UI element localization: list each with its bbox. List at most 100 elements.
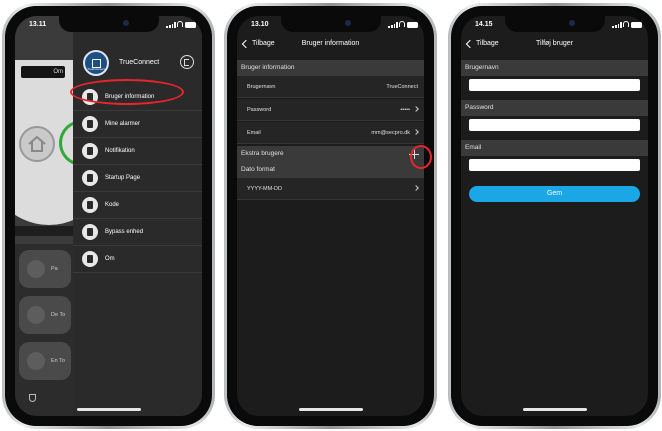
- bg-bar: [15, 226, 75, 236]
- nav-bar: Tilbage Bruger information: [237, 34, 424, 56]
- tile-icon: [27, 260, 45, 278]
- info-icon: [82, 251, 98, 267]
- home-indicator: [76, 408, 141, 411]
- nav-bar: Tilbage Tilføj bruger: [461, 34, 648, 56]
- phone-screen: 13.10 Tilbage Bruger information Bruger …: [237, 16, 424, 416]
- status-time: 14.15: [475, 21, 493, 28]
- home-indicator: [298, 408, 363, 411]
- battery-icon: [185, 22, 196, 28]
- bg-tile: En To: [19, 342, 71, 380]
- bg-tile: Pa: [19, 250, 71, 288]
- menu-item-startup-page[interactable]: Startup Page: [73, 165, 202, 192]
- camera-dot: [122, 20, 129, 26]
- signal-icon: [166, 22, 176, 28]
- notch: [280, 16, 381, 32]
- keypad-icon: [82, 197, 98, 213]
- chevron-right-icon: [413, 185, 419, 191]
- door-icon: [27, 306, 45, 324]
- bell-icon: [82, 143, 98, 159]
- phone-bezel: 13.11 Om Pa De To En To TrueConnect True…: [5, 6, 212, 426]
- row-value: •••••: [400, 107, 410, 113]
- page-title: Bruger information: [301, 40, 360, 47]
- row-date-format[interactable]: YYYY-MM-DD: [237, 178, 424, 200]
- page-title: Tilføj bruger: [535, 40, 574, 47]
- phone-add-user: 14.15 Tilbage Tilføj bruger Brugernavn P…: [448, 3, 661, 429]
- row-label: Password: [247, 107, 272, 113]
- row-label: Email: [247, 130, 261, 136]
- star-icon: [82, 170, 98, 186]
- menu-item-kode[interactable]: Kode: [73, 192, 202, 219]
- menu-item-om[interactable]: Om: [73, 246, 202, 273]
- wifi-icon: [399, 21, 405, 27]
- menu-item-bruger-information[interactable]: Bruger information: [73, 84, 202, 111]
- bg-tile: De To: [19, 296, 71, 334]
- battery-icon: [631, 22, 642, 28]
- list-icon: [82, 116, 98, 132]
- tile-label: En To: [51, 358, 65, 364]
- menu-item-mine-alarmer[interactable]: Mine alarmer: [73, 111, 202, 138]
- bypass-icon: [82, 224, 98, 240]
- row-brugernavn[interactable]: Brugernavn TrueConnect: [237, 76, 424, 98]
- menu-item-label: Bruger information: [105, 94, 155, 100]
- row-value: TrueConnect: [386, 84, 418, 90]
- trueconnect-logo: TrueConnect: [83, 50, 109, 76]
- phone-bezel: 14.15 Tilbage Tilføj bruger Brugernavn P…: [451, 6, 658, 426]
- label-password: Password: [461, 100, 648, 116]
- label-email: Email: [461, 140, 648, 156]
- house-icon: [19, 126, 55, 162]
- chip-icon: [27, 352, 45, 370]
- menu-item-label: Mine alarmer: [105, 121, 141, 127]
- phone-user-info: 13.10 Tilbage Bruger information Bruger …: [224, 3, 437, 429]
- camera-dot: [344, 20, 351, 26]
- menu-item-notifikation[interactable]: Notifikation: [73, 138, 202, 165]
- camera-dot: [568, 20, 575, 26]
- menu-item-label: Notifikation: [105, 148, 135, 154]
- section-extra-users: Ekstra brugere: [237, 146, 424, 162]
- row-email[interactable]: Email mm@secpro.dk: [237, 122, 424, 144]
- menu-title: TrueConnect: [119, 59, 160, 66]
- row-password[interactable]: Password •••••: [237, 99, 424, 121]
- phone-screen: 13.11 Om Pa De To En To TrueConnect True…: [15, 16, 202, 416]
- status-time: 13.11: [29, 21, 47, 28]
- shield-small-icon: [29, 394, 36, 402]
- phone-screen: 14.15 Tilbage Tilføj bruger Brugernavn P…: [461, 16, 648, 416]
- bg-button: Om: [21, 66, 65, 78]
- section-label: Ekstra brugere: [241, 150, 284, 157]
- status-time: 13.10: [251, 21, 269, 28]
- wifi-icon: [177, 21, 183, 27]
- row-value: mm@secpro.dk: [371, 130, 410, 136]
- home-indicator: [522, 408, 587, 411]
- phone-menu: 13.11 Om Pa De To En To TrueConnect True…: [2, 3, 215, 429]
- logo-text: TrueConnect: [87, 67, 105, 71]
- menu-item-label: Om: [105, 256, 115, 262]
- username-field[interactable]: [469, 79, 640, 91]
- logout-icon[interactable]: [180, 55, 194, 69]
- wifi-icon: [623, 21, 629, 27]
- section-header: Dato format: [237, 162, 424, 178]
- menu-header: TrueConnect TrueConnect: [73, 46, 202, 82]
- signal-icon: [388, 22, 398, 28]
- notch: [504, 16, 605, 32]
- chevron-right-icon: [413, 106, 419, 112]
- row-label: YYYY-MM-DD: [247, 186, 282, 192]
- signal-icon: [612, 22, 622, 28]
- tile-label: De To: [51, 312, 66, 318]
- notch: [58, 16, 159, 32]
- menu-item-bypass-enhed[interactable]: Bypass enhed: [73, 219, 202, 246]
- plus-icon[interactable]: [409, 149, 419, 159]
- email-field[interactable]: [469, 159, 640, 171]
- menu-item-label: Kode: [105, 202, 120, 208]
- user-icon: [82, 89, 98, 105]
- menu-item-label: Startup Page: [105, 175, 141, 181]
- save-button[interactable]: Gem: [469, 186, 640, 202]
- label-brugernavn: Brugernavn: [461, 60, 648, 76]
- menu-item-label: Bypass enhed: [105, 229, 144, 235]
- password-field[interactable]: [469, 119, 640, 131]
- stage: 13.11 Om Pa De To En To TrueConnect True…: [0, 0, 662, 431]
- side-menu: TrueConnect TrueConnect Bruger informati…: [73, 16, 202, 416]
- menu-list: Bruger information Mine alarmer Notifika…: [73, 84, 202, 273]
- section-header: Bruger information: [237, 60, 424, 76]
- chevron-right-icon: [413, 129, 419, 135]
- tile-label: Pa: [51, 266, 58, 272]
- row-label: Brugernavn: [247, 84, 276, 90]
